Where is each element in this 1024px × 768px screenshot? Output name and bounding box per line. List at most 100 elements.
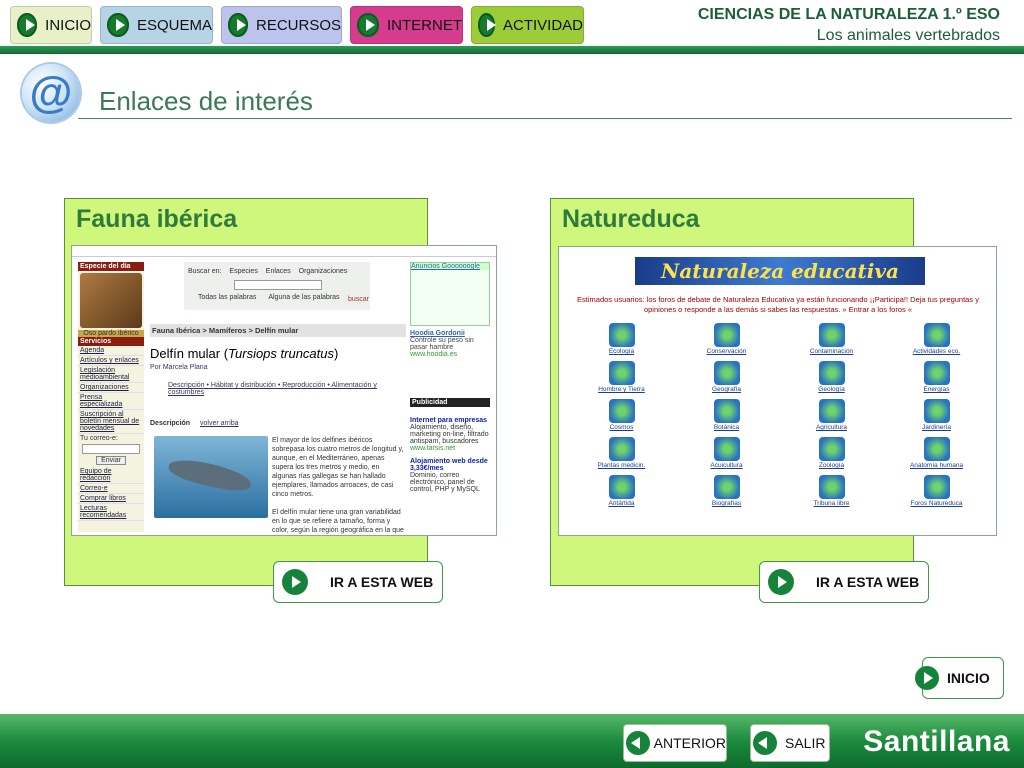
ad-text: Controle su peso sin pasar hambre xyxy=(410,337,474,351)
nav-recursos-button[interactable]: RECURSOS xyxy=(221,6,342,44)
fauna-content: Buscar en: Especies Enlaces Organizacion… xyxy=(148,260,406,534)
topic-link[interactable]: Acuicultura xyxy=(674,437,779,469)
email-input[interactable] xyxy=(82,444,140,454)
ad-title[interactable]: Hoodia Gordonii xyxy=(410,330,490,337)
topic-label: Ecología xyxy=(608,348,635,355)
topic-label: Jardinería xyxy=(922,424,951,431)
play-icon xyxy=(228,13,248,37)
go-button-label: IR A ESTA WEB xyxy=(330,574,434,590)
topic-label: Tribuna libre xyxy=(813,500,850,507)
search-input[interactable] xyxy=(234,280,322,290)
nav-recursos-label: RECURSOS xyxy=(255,16,341,34)
pub-url[interactable]: www.tarsis.net xyxy=(410,445,490,452)
topic-icon xyxy=(923,399,950,423)
inicio-label: INICIO xyxy=(947,670,990,686)
topic-link[interactable]: Contaminación xyxy=(779,323,884,355)
inicio-button[interactable]: INICIO xyxy=(915,657,1004,699)
ad-url[interactable]: www.hoodia.es xyxy=(410,351,490,358)
topic-label: Geografía xyxy=(712,386,741,393)
nav-actividad-button[interactable]: ACTIVIDAD xyxy=(471,6,584,44)
send-button[interactable]: Enviar xyxy=(96,456,126,465)
topic-link[interactable]: Cosmos xyxy=(569,399,674,431)
sidebar-link[interactable]: Correo-e xyxy=(78,484,144,494)
radio-option[interactable]: Alguna de las palabras xyxy=(268,294,339,301)
play-icon xyxy=(915,666,939,690)
topic-label: Actividades eco. xyxy=(912,348,961,355)
search-button[interactable]: buscar xyxy=(348,296,369,303)
topic-icon xyxy=(713,399,740,423)
section-links[interactable]: Descripción • Hábitat y distribución • R… xyxy=(168,382,406,396)
dolphin-image xyxy=(154,436,268,518)
nav-internet-label: INTERNET xyxy=(387,16,462,34)
natureduca-banner: Naturaleza educativa xyxy=(635,257,925,285)
topic-label: Antártida xyxy=(608,500,635,507)
sidebar-link[interactable]: Agenda xyxy=(78,346,144,356)
sidebar-link[interactable]: Prensa especializada xyxy=(78,393,144,410)
topic-icon xyxy=(713,323,740,347)
at-sign-icon: @ xyxy=(22,64,80,122)
back-link[interactable]: volver arriba xyxy=(200,420,239,427)
topic-icon xyxy=(818,437,845,461)
topic-icon xyxy=(608,475,635,499)
radio-option[interactable]: Todas las palabras xyxy=(198,294,256,301)
play-icon xyxy=(17,13,38,37)
topic-label: Zoología xyxy=(818,462,845,469)
fauna-go-button[interactable]: IR A ESTA WEB xyxy=(273,561,443,603)
species-latin: Tursiops truncatus xyxy=(228,346,334,361)
species-title: Delfín mular (Tursiops truncatus) xyxy=(150,346,338,361)
topic-link[interactable]: Biografías xyxy=(674,475,779,507)
sidebar-link[interactable]: Suscripción al boletín mensual de noveda… xyxy=(78,410,144,434)
topic-link[interactable]: Foros Natureduca xyxy=(884,475,989,507)
topic-icon xyxy=(608,399,635,423)
sidebar-link[interactable]: Lecturas recomendadas xyxy=(78,504,144,521)
topic-link[interactable]: Antártida xyxy=(569,475,674,507)
topic-link[interactable]: Ecología xyxy=(569,323,674,355)
topic-label: Agricultura xyxy=(815,424,848,431)
ads-column: Anuncios Goooooogle Hoodia Gordonii Cont… xyxy=(410,262,490,532)
sidebar-link[interactable]: Organizaciones xyxy=(78,383,144,393)
title-divider xyxy=(78,118,1012,119)
topic-link[interactable]: Tribuna libre xyxy=(779,475,884,507)
natureduca-go-button[interactable]: IR A ESTA WEB xyxy=(759,561,929,603)
go-button-label: IR A ESTA WEB xyxy=(816,574,920,590)
topic-link[interactable]: Energías xyxy=(884,361,989,393)
topic-link[interactable]: Geología xyxy=(779,361,884,393)
anterior-button[interactable]: ANTERIOR xyxy=(623,724,727,762)
author: Por Marcela Plana xyxy=(150,364,208,371)
topic-link[interactable]: Agricultura xyxy=(779,399,884,431)
topic-link[interactable]: Hombre y Tierra xyxy=(569,361,674,393)
topic-icon xyxy=(923,475,950,499)
salir-label: SALIR xyxy=(785,735,826,751)
topic-link[interactable]: Conservación xyxy=(674,323,779,355)
search-option[interactable]: Organizaciones xyxy=(299,268,348,275)
species-close: ) xyxy=(334,346,339,361)
desc-label: Descripción xyxy=(150,420,191,427)
sidebar-link[interactable]: Legislación medioambiental xyxy=(78,366,144,383)
topic-link[interactable]: Geografía xyxy=(674,361,779,393)
topic-icon xyxy=(818,361,845,385)
topic-link[interactable]: Anatomía humana xyxy=(884,437,989,469)
ad-header[interactable]: Anuncios Goooooogle xyxy=(411,263,489,270)
topic-link[interactable]: Zoología xyxy=(779,437,884,469)
sidebar-link[interactable]: Equipo de redacción xyxy=(78,467,144,484)
topic-link[interactable]: Plantas medicin. xyxy=(569,437,674,469)
nav-internet-button[interactable]: INTERNET xyxy=(350,6,463,44)
topic-link[interactable]: Botánica xyxy=(674,399,779,431)
nav-inicio-button[interactable]: INICIO xyxy=(10,6,92,44)
topic-link[interactable]: Actividades eco. xyxy=(884,323,989,355)
play-icon xyxy=(357,13,379,37)
salir-button[interactable]: SALIR xyxy=(750,724,830,762)
search-option[interactable]: Enlaces xyxy=(266,268,291,275)
topic-label: Contaminación xyxy=(809,348,854,355)
topic-label: Anatomía humana xyxy=(909,462,964,469)
topic-grid: Ecología Conservación Contaminación Activid… xyxy=(569,323,989,507)
topic-label: Geología xyxy=(818,386,845,393)
sidebar-link[interactable]: Artículos y enlaces xyxy=(78,356,144,366)
topic-icon xyxy=(608,323,635,347)
nav-esquema-button[interactable]: ESQUEMA xyxy=(100,6,213,44)
topic-icon xyxy=(818,475,845,499)
topic-label: Conservación xyxy=(706,348,747,355)
topic-link[interactable]: Jardinería xyxy=(884,399,989,431)
sidebar-link[interactable]: Comprar libros xyxy=(78,494,144,504)
search-option[interactable]: Especies xyxy=(229,268,257,275)
